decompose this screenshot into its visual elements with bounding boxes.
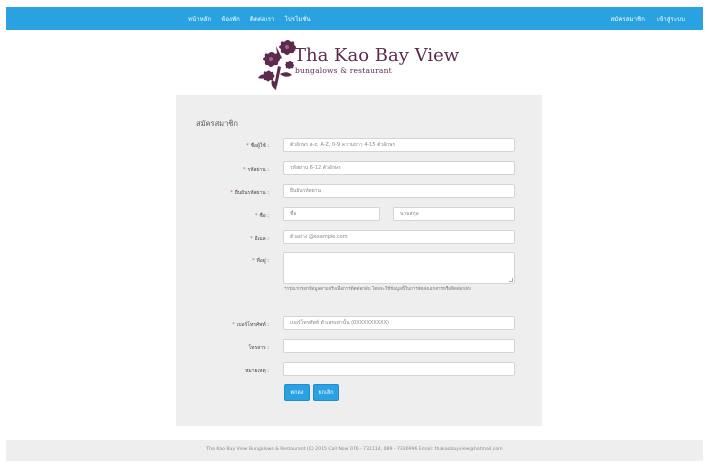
confirm-password-input[interactable]: ยืนยันรหัสผ่าน bbox=[283, 184, 515, 198]
password-label: * รหัสผ่าน : bbox=[243, 167, 269, 173]
logo-title: Tha Kao Bay View bbox=[294, 45, 460, 66]
site-logo[interactable]: Tha Kao Bay View bungalows & restaurant bbox=[254, 36, 474, 92]
nav-home-link[interactable]: หน้าหลัก bbox=[188, 14, 211, 24]
note-label: หมายเหตุ : bbox=[245, 368, 269, 374]
main-nav: หน้าหลัก ห้องพัก ติดต่อเรา โปรโมชั่น bbox=[188, 7, 311, 30]
nav-promotion-link[interactable]: โปรโมชั่น bbox=[285, 14, 311, 24]
phone-input[interactable]: เบอร์โทรศัพท์ ตัวเลขเท่านั้น (0XXXXXXXXX… bbox=[283, 316, 515, 330]
register-form-panel: สมัครสมาชิก * ชื่อผู้ใช้ : ตัวอักษร a-z, … bbox=[176, 95, 542, 426]
form-title: สมัครสมาชิก bbox=[196, 119, 238, 128]
footer: Tha Kao Bay View Bungalows & Restaurant … bbox=[6, 440, 703, 461]
required-mark: * bbox=[246, 143, 249, 149]
submit-button[interactable]: ตกลง bbox=[284, 384, 310, 401]
password-input[interactable]: รหัสผ่าน 6-12 ตัวอักษร bbox=[283, 161, 515, 175]
phone-label: * เบอร์โทรศัพท์ : bbox=[232, 322, 269, 328]
username-label: * ชื่อผู้ใช้ : bbox=[246, 143, 269, 149]
required-mark: * bbox=[250, 236, 253, 242]
logo-subtitle: bungalows & restaurant bbox=[295, 66, 392, 75]
page: หน้าหลัก ห้องพัก ติดต่อเรา โปรโมชั่น สมั… bbox=[0, 0, 709, 464]
required-mark: * bbox=[230, 190, 233, 196]
nav-contact-link[interactable]: ติดต่อเรา bbox=[250, 14, 275, 24]
cancel-button[interactable]: ยกเลิก bbox=[313, 384, 339, 401]
email-input[interactable]: ตัวอย่าง @example.com bbox=[283, 230, 515, 244]
nav-register-link[interactable]: สมัครสมาชิก bbox=[611, 14, 645, 24]
confirm-password-label: * ยืนยันรหัสผ่าน : bbox=[230, 190, 269, 196]
fax-input[interactable] bbox=[283, 339, 515, 353]
fax-label: โทรสาร : bbox=[248, 345, 270, 351]
first-name-input[interactable]: ชื่อ bbox=[283, 207, 380, 221]
required-mark: * bbox=[254, 213, 258, 219]
note-input[interactable] bbox=[283, 362, 515, 376]
account-nav: สมัครสมาชิก เข้าสู่ระบบ bbox=[611, 7, 686, 30]
nav-rooms-link[interactable]: ห้องพัก bbox=[221, 14, 240, 24]
email-label: * อีเมล : bbox=[250, 236, 269, 242]
username-input[interactable]: ตัวอักษร a-z, A-Z, 0-9 ความยาว 4-15 ตัวอ… bbox=[283, 138, 515, 152]
nav-login-link[interactable]: เข้าสู่ระบบ bbox=[657, 14, 685, 24]
required-mark: * bbox=[251, 258, 255, 264]
address-textarea[interactable] bbox=[283, 252, 515, 284]
required-mark: * bbox=[232, 322, 235, 328]
top-nav-bar: หน้าหลัก ห้องพัก ติดต่อเรา โปรโมชั่น สมั… bbox=[6, 7, 703, 30]
name-label: * ชื่อ : bbox=[254, 213, 269, 219]
address-label: * ที่อยู่ : bbox=[251, 258, 269, 264]
required-mark: * bbox=[243, 167, 246, 173]
resize-handle-icon[interactable] bbox=[509, 278, 513, 282]
address-hint: *กรุณากรอกข้อมูลตามจริงเพื่อการติดต่อกลั… bbox=[284, 287, 471, 292]
last-name-input[interactable]: นามสกุล bbox=[393, 207, 515, 221]
footer-text: Tha Kao Bay View Bungalows & Restaurant … bbox=[206, 447, 503, 452]
